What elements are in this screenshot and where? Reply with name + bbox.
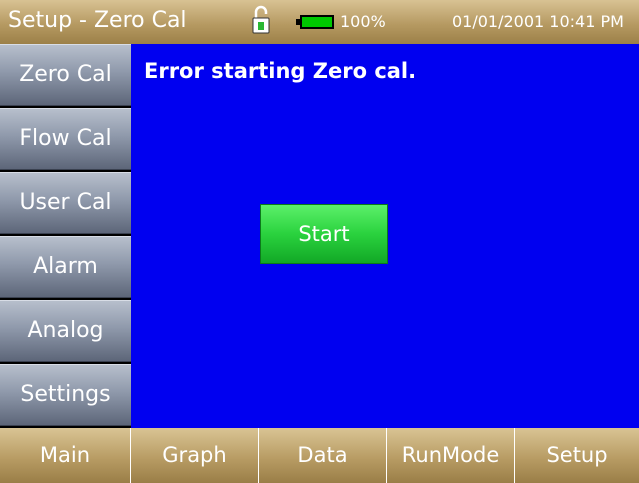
sidebar-item-user-cal[interactable]: User Cal [0, 172, 131, 234]
datetime: 01/01/2001 10:41 PM [452, 12, 624, 31]
unlocked-padlock-icon[interactable] [251, 5, 271, 35]
start-button[interactable]: Start [260, 204, 388, 264]
page-title: Setup - Zero Cal [8, 8, 187, 33]
sidebar-item-flow-cal[interactable]: Flow Cal [0, 108, 131, 170]
nav-setup-button[interactable]: Setup [515, 428, 639, 483]
nav-main-button[interactable]: Main [0, 428, 131, 483]
error-message: Error starting Zero cal. [144, 59, 417, 83]
battery-icon [296, 15, 334, 29]
sidebar: Zero Cal Flow Cal User Cal Alarm Analog … [0, 44, 131, 428]
bottom-nav: Main Graph Data RunMode Setup [0, 428, 639, 483]
nav-runmode-button[interactable]: RunMode [387, 428, 515, 483]
battery-level: 100% [340, 12, 386, 31]
sidebar-item-zero-cal[interactable]: Zero Cal [0, 44, 131, 106]
main-panel: Error starting Zero cal. Start [131, 44, 639, 428]
nav-graph-button[interactable]: Graph [131, 428, 259, 483]
nav-data-button[interactable]: Data [259, 428, 387, 483]
sidebar-item-alarm[interactable]: Alarm [0, 236, 131, 298]
title-bar: Setup - Zero Cal 100% 01/01/2001 10:41 P… [0, 0, 639, 45]
sidebar-item-analog[interactable]: Analog [0, 300, 131, 362]
sidebar-item-settings[interactable]: Settings [0, 364, 131, 426]
